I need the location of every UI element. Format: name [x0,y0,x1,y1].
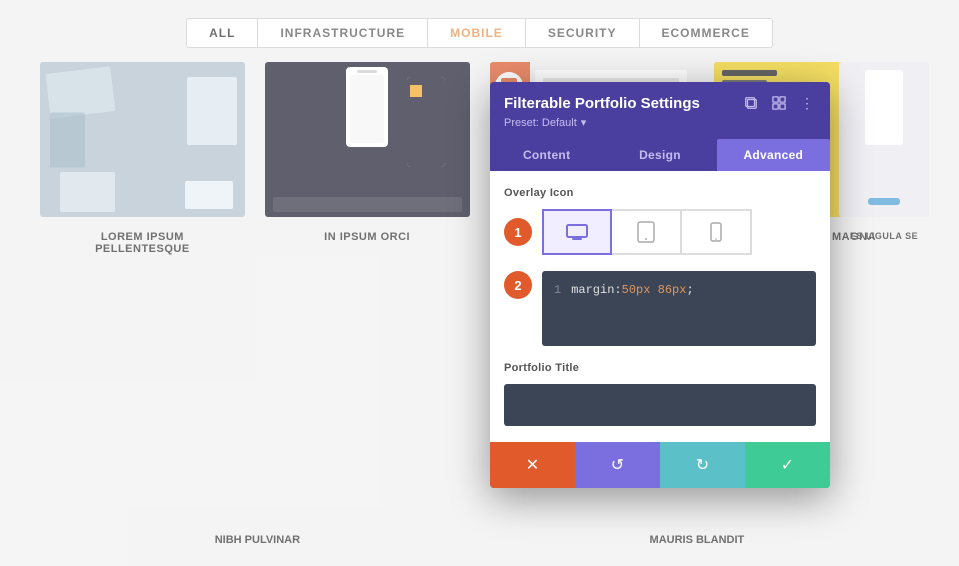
icon-option-monitor[interactable] [542,209,612,255]
overlay-icon-label: Overlay Icon [504,187,816,199]
code-value: 50px 86px [622,283,687,297]
code-editor-row: 2 1 margin:50px 86px; [504,271,816,346]
redo-button[interactable]: ↻ [660,442,745,488]
save-button[interactable]: ✓ [745,442,830,488]
step-2-badge: 2 [504,271,532,299]
panel-tabs: Content Design Advanced [490,139,830,171]
settings-panel[interactable]: Filterable Portfolio Settings ⋮ Preset: … [490,82,830,488]
preset-label: Preset: Default [504,117,577,129]
portfolio-title-input[interactable] [504,384,816,426]
panel-header: Filterable Portfolio Settings ⋮ [490,82,830,112]
panel-title: Filterable Portfolio Settings [504,95,742,112]
tab-design[interactable]: Design [603,139,716,171]
panel-body: Overlay Icon 1 [490,171,830,442]
icon-option-phone[interactable] [682,209,752,255]
panel-footer: ✕ ↺ ↻ ✓ [490,442,830,488]
portfolio-title-label: Portfolio Title [504,362,816,374]
code-property: margin: [571,283,621,297]
panel-preset[interactable]: Preset: Default ▾ [490,112,830,139]
undo-button[interactable]: ↺ [575,442,660,488]
overlay-icons-row: 1 [504,209,816,255]
panel-header-icons: ⋮ [742,94,816,112]
step-1-badge: 1 [504,218,532,246]
icon-option-tablet[interactable] [612,209,682,255]
code-editor[interactable]: 1 margin:50px 86px; [542,271,816,346]
code-semicolon: ; [686,283,693,297]
tab-content[interactable]: Content [490,139,603,171]
copy-icon[interactable] [742,94,760,112]
tab-advanced[interactable]: Advanced [717,139,830,171]
grid-icon[interactable] [770,94,788,112]
more-icon[interactable]: ⋮ [798,94,816,112]
preset-arrow: ▾ [581,116,587,129]
code-line-number: 1 [554,283,561,297]
cancel-button[interactable]: ✕ [490,442,575,488]
portfolio-title-section: Portfolio Title [504,362,816,426]
